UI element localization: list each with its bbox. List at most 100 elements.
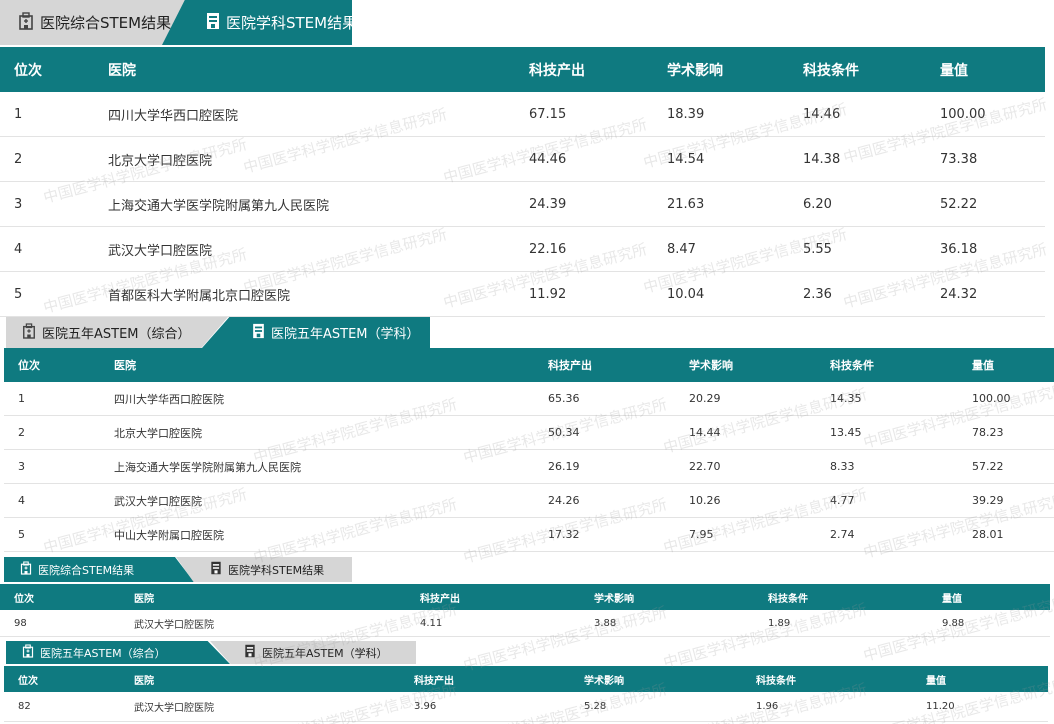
- tab-label: 医院五年ASTEM（综合）: [40, 646, 166, 660]
- cell-output: 26.19: [548, 460, 580, 473]
- col-score: 量值: [972, 359, 994, 372]
- cell-score: 9.88: [942, 617, 965, 629]
- cell-hospital: 武汉大学口腔医院: [114, 494, 202, 508]
- table-row: 5 首都医科大学附属北京口腔医院 11.92 10.04 2.36 24.32: [0, 272, 1045, 317]
- hospital-building-icon: [22, 322, 36, 343]
- table-header: 位次 医院 科技产出 学术影响 科技条件 量值: [0, 47, 1045, 92]
- department-document-icon: [206, 12, 220, 34]
- col-impact: 学术影响: [584, 675, 624, 687]
- col-conditions: 科技条件: [768, 593, 808, 605]
- tab-overall-astem[interactable]: 医院五年ASTEM（综合）: [6, 317, 228, 348]
- section-five-year-astem: 医院五年ASTEM（综合） 医院五年ASTEM（学科） 位次 医院 科技产出 学…: [0, 317, 1054, 553]
- cell-output: 24.26: [548, 494, 580, 507]
- col-output: 科技产出: [529, 62, 585, 79]
- cell-rank: 1: [18, 392, 25, 405]
- tab-label: 医院五年ASTEM（学科）: [271, 327, 420, 342]
- section-hospital-stem: 医院综合STEM结果 医院学科STEM结果 位次 医院 科技产出 学术影响 科技…: [0, 0, 1045, 317]
- table-row: 4 武汉大学口腔医院 22.16 8.47 5.55 36.18: [0, 227, 1045, 272]
- cell-rank: 3: [14, 196, 23, 212]
- cell-conditions: 14.38: [803, 151, 841, 167]
- tab-label: 医院综合STEM结果: [38, 563, 135, 577]
- cell-hospital: 首都医科大学附属北京口腔医院: [108, 288, 291, 304]
- table-row: 98 武汉大学口腔医院 4.11 3.88 1.89 9.88: [0, 610, 1050, 637]
- tab-label: 医院综合STEM结果: [40, 14, 172, 32]
- cell-rank: 4: [14, 241, 23, 257]
- cell-hospital: 北京大学口腔医院: [108, 153, 213, 169]
- tab-bar: 医院五年ASTEM（综合） 医院五年ASTEM（学科）: [0, 641, 420, 664]
- table-row: 2 北京大学口腔医院 44.46 14.54 14.38 73.38: [0, 137, 1045, 182]
- col-output: 科技产出: [414, 675, 454, 687]
- cell-impact: 14.44: [689, 426, 721, 439]
- cell-output: 3.96: [414, 701, 437, 712]
- col-impact: 学术影响: [667, 62, 723, 79]
- cell-output: 4.11: [420, 617, 443, 629]
- cell-output: 44.46: [529, 151, 567, 167]
- cell-hospital: 四川大学华西口腔医院: [114, 392, 224, 406]
- tab-overall-astem[interactable]: 医院五年ASTEM（综合）: [6, 641, 230, 664]
- tab-bar: 医院综合STEM结果 医院学科STEM结果: [0, 557, 360, 582]
- cell-output: 22.16: [529, 241, 567, 257]
- table-header: 位次 医院 科技产出 学术影响 科技条件 量值: [4, 666, 1048, 692]
- cell-conditions: 14.46: [803, 106, 841, 122]
- cell-conditions: 8.33: [830, 460, 855, 473]
- tab-bar: 医院五年ASTEM（综合） 医院五年ASTEM（学科）: [0, 317, 440, 348]
- cell-score: 52.22: [940, 196, 978, 212]
- tab-discipline-stem[interactable]: 医院学科STEM结果: [176, 557, 352, 582]
- col-impact: 学术影响: [689, 359, 733, 372]
- col-rank: 位次: [18, 359, 40, 372]
- tab-label: 医院学科STEM结果: [226, 14, 358, 32]
- department-document-icon: [244, 644, 256, 661]
- cell-hospital: 上海交通大学医学院附属第九人民医院: [108, 198, 330, 214]
- col-rank: 位次: [18, 675, 38, 687]
- col-rank: 位次: [14, 593, 34, 605]
- col-score: 量值: [940, 62, 968, 79]
- cell-rank: 82: [18, 701, 31, 712]
- cell-impact: 7.95: [689, 528, 714, 541]
- cell-hospital: 武汉大学口腔医院: [134, 619, 214, 631]
- cell-impact: 3.88: [594, 617, 617, 629]
- cell-impact: 5.28: [584, 701, 607, 712]
- table-row: 3 上海交通大学医学院附属第九人民医院 26.19 22.70 8.33 57.22: [4, 450, 1054, 484]
- col-output: 科技产出: [420, 593, 460, 605]
- col-output: 科技产出: [548, 359, 592, 372]
- cell-hospital: 四川大学华西口腔医院: [108, 108, 239, 124]
- tab-discipline-stem[interactable]: 医院学科STEM结果: [162, 0, 352, 45]
- table-row: 2 北京大学口腔医院 50.34 14.44 13.45 78.23: [4, 416, 1054, 450]
- cell-score: 36.18: [940, 241, 978, 257]
- table-row: 4 武汉大学口腔医院 24.26 10.26 4.77 39.29: [4, 484, 1054, 518]
- tab-discipline-astem[interactable]: 医院五年ASTEM（学科）: [210, 641, 416, 664]
- col-hospital: 医院: [108, 62, 136, 79]
- cell-output: 50.34: [548, 426, 580, 439]
- cell-score: 73.38: [940, 151, 978, 167]
- tab-label: 医院学科STEM结果: [228, 563, 325, 577]
- cell-rank: 5: [14, 286, 23, 302]
- tab-overall-stem[interactable]: 医院综合STEM结果: [4, 557, 194, 582]
- cell-impact: 10.04: [667, 286, 705, 302]
- cell-hospital: 北京大学口腔医院: [114, 426, 202, 440]
- tab-label: 医院五年ASTEM（学科）: [262, 646, 388, 660]
- col-conditions: 科技条件: [803, 62, 859, 79]
- col-conditions: 科技条件: [830, 359, 874, 372]
- cell-score: 100.00: [940, 106, 986, 122]
- cell-output: 11.92: [529, 286, 567, 302]
- col-conditions: 科技条件: [756, 675, 796, 687]
- cell-rank: 98: [14, 617, 27, 629]
- tab-discipline-astem[interactable]: 医院五年ASTEM（学科）: [202, 317, 430, 348]
- cell-impact: 21.63: [667, 196, 705, 212]
- col-rank: 位次: [14, 62, 42, 79]
- cell-score: 24.32: [940, 286, 978, 302]
- cell-conditions: 2.74: [830, 528, 855, 541]
- cell-rank: 2: [18, 426, 25, 439]
- tab-label: 医院五年ASTEM（综合）: [42, 327, 191, 342]
- table-header: 位次 医院 科技产出 学术影响 科技条件 量值: [4, 348, 1054, 382]
- hospital-building-icon: [18, 11, 34, 34]
- section-five-year-astem-small: 医院五年ASTEM（综合） 医院五年ASTEM（学科） 位次 医院 科技产出 学…: [0, 641, 1048, 724]
- col-hospital: 医院: [134, 675, 154, 687]
- department-document-icon: [210, 561, 222, 578]
- col-score: 量值: [926, 675, 946, 687]
- tab-bar: 医院综合STEM结果 医院学科STEM结果: [0, 0, 360, 45]
- hospital-building-icon: [22, 644, 34, 661]
- cell-hospital: 上海交通大学医学院附属第九人民医院: [114, 460, 301, 474]
- cell-rank: 5: [18, 528, 25, 541]
- cell-impact: 20.29: [689, 392, 721, 405]
